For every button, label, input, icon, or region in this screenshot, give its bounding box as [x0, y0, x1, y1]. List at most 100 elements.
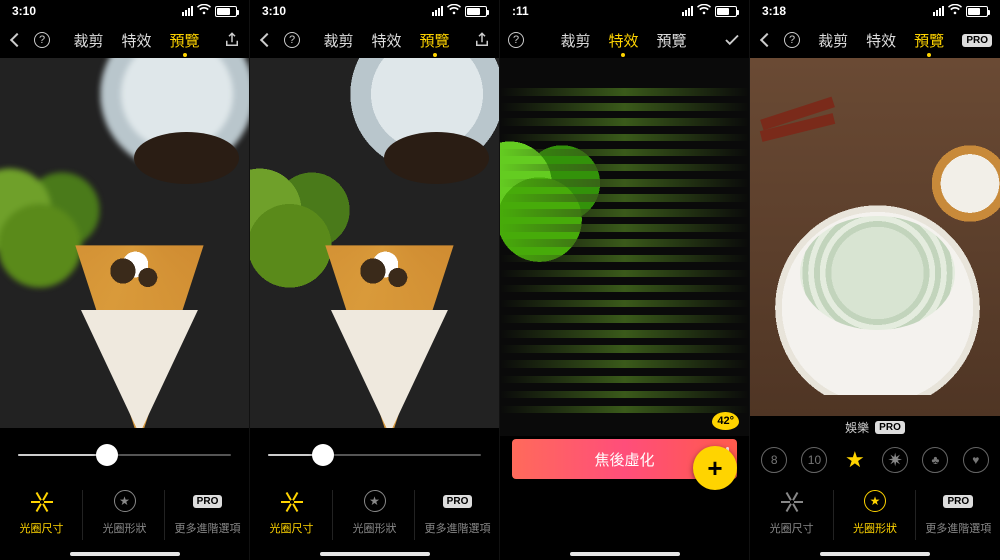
- tool-label: 更多進階選項: [175, 520, 241, 536]
- tab-1[interactable]: 特效: [371, 30, 401, 51]
- shape-category-label: 娛樂: [845, 419, 869, 436]
- tab-2[interactable]: 預覽: [657, 30, 687, 51]
- shape-option-3[interactable]: ✷: [882, 447, 908, 473]
- confirm-icon[interactable]: [723, 31, 741, 49]
- tab-2[interactable]: 預覽: [914, 30, 944, 51]
- top-nav: ? 裁剪特效預覽: [500, 22, 749, 58]
- top-nav: ? 裁剪特效預覽 PRO: [750, 22, 1000, 58]
- tab-2[interactable]: 預覽: [420, 30, 450, 51]
- battery-icon: [715, 6, 737, 17]
- tool-label: 光圈尺寸: [20, 520, 64, 536]
- battery-icon: [465, 6, 487, 17]
- shape-option-4[interactable]: ♣: [922, 447, 948, 473]
- slider-knob[interactable]: [312, 444, 334, 466]
- top-nav: ? 裁剪特效預覽: [250, 22, 499, 58]
- photo-preview[interactable]: [750, 58, 1000, 416]
- tool-aperture[interactable]: 光圈尺寸: [250, 488, 332, 536]
- shape-options: 8 10 ★ ✷ ♣ ♥: [750, 438, 1000, 482]
- help-icon[interactable]: ?: [284, 32, 300, 48]
- home-indicator[interactable]: [320, 552, 430, 556]
- aperture-icon: [279, 488, 305, 514]
- tool-star-circle[interactable]: ★ 光圈形狀: [333, 488, 415, 536]
- share-icon[interactable]: [473, 31, 491, 49]
- wifi-icon: [197, 4, 211, 18]
- share-icon[interactable]: [223, 31, 241, 49]
- home-indicator[interactable]: [70, 552, 180, 556]
- help-icon[interactable]: ?: [34, 32, 50, 48]
- tool-pro[interactable]: PRO 更多進階選項: [166, 488, 248, 536]
- aperture-slider[interactable]: [268, 443, 481, 467]
- status-time: :11: [512, 4, 529, 18]
- add-effect-fab[interactable]: +: [693, 446, 737, 490]
- tool-label: 光圈尺寸: [270, 520, 314, 536]
- tool-pro[interactable]: PRO 更多進階選項: [416, 488, 498, 536]
- signal-icon: [182, 6, 193, 16]
- shape-option-2[interactable]: ★: [842, 447, 868, 473]
- tab-1[interactable]: 特效: [866, 30, 896, 51]
- help-icon[interactable]: ?: [784, 32, 800, 48]
- aperture-slider-row: [0, 428, 249, 482]
- image-area: [250, 58, 499, 428]
- wifi-icon: [447, 4, 461, 18]
- tab-0[interactable]: 裁剪: [560, 30, 590, 51]
- star-circle-icon: ★: [862, 488, 888, 514]
- pro-icon: PRO: [945, 488, 971, 514]
- tool-aperture[interactable]: 光圈尺寸: [750, 488, 833, 536]
- wifi-icon: [948, 4, 962, 18]
- shape-option-0[interactable]: 8: [761, 447, 787, 473]
- tool-label: 光圈尺寸: [770, 520, 814, 536]
- photo-preview[interactable]: [0, 58, 249, 428]
- tool-label: 光圈形狀: [353, 520, 397, 536]
- tab-0[interactable]: 裁剪: [323, 30, 353, 51]
- photo-preview[interactable]: [250, 58, 499, 428]
- depth-preview[interactable]: [500, 58, 749, 436]
- tool-label: 光圈形狀: [853, 520, 897, 536]
- aperture-icon: [29, 488, 55, 514]
- bottom-tools: 光圈尺寸 ★ 光圈形狀 PRO 更多進階選項: [750, 482, 1000, 560]
- tab-1[interactable]: 特效: [121, 30, 151, 51]
- signal-icon: [682, 6, 693, 16]
- image-area: [750, 58, 1000, 416]
- tool-pro[interactable]: PRO 更多進階選項: [917, 488, 1000, 536]
- screen-4: 3:18 ? 裁剪特效預覽 PRO 娛樂 PRO 8 10 ★ ✷ ♣ ♥ 光圈尺寸 ★ 光…: [750, 0, 1000, 560]
- tool-label: 更多進階選項: [925, 520, 991, 536]
- tab-2[interactable]: 預覽: [170, 30, 200, 51]
- shape-category-header: 娛樂 PRO: [750, 416, 1000, 438]
- aperture-slider[interactable]: [18, 443, 231, 467]
- signal-icon: [432, 6, 443, 16]
- tool-star-circle[interactable]: ★ 光圈形狀: [834, 488, 917, 536]
- status-time: 3:10: [262, 4, 286, 18]
- back-icon[interactable]: [8, 31, 26, 49]
- home-indicator[interactable]: [820, 552, 930, 556]
- pro-badge[interactable]: PRO: [962, 34, 992, 47]
- pro-badge: PRO: [875, 421, 905, 434]
- top-nav: ? 裁剪特效預覽: [0, 22, 249, 58]
- shape-option-1[interactable]: 10: [801, 447, 827, 473]
- pro-icon: PRO: [195, 488, 221, 514]
- help-icon[interactable]: ?: [508, 32, 524, 48]
- back-icon[interactable]: [258, 31, 276, 49]
- star-circle-icon: ★: [112, 488, 138, 514]
- tool-label: 光圈形狀: [103, 520, 147, 536]
- home-indicator[interactable]: [570, 552, 680, 556]
- signal-icon: [933, 6, 944, 16]
- shape-option-5[interactable]: ♥: [963, 447, 989, 473]
- tab-1[interactable]: 特效: [608, 30, 638, 51]
- tool-aperture[interactable]: 光圈尺寸: [0, 488, 82, 536]
- tab-0[interactable]: 裁剪: [818, 30, 848, 51]
- image-area: [0, 58, 249, 428]
- slider-knob[interactable]: [96, 444, 118, 466]
- battery-icon: [966, 6, 988, 17]
- back-icon[interactable]: [758, 31, 776, 49]
- status-time: 3:18: [762, 4, 786, 18]
- wifi-icon: [697, 4, 711, 18]
- aperture-slider-row: [250, 428, 499, 482]
- tool-star-circle[interactable]: ★ 光圈形狀: [83, 488, 165, 536]
- status-time: 3:10: [12, 4, 36, 18]
- tab-0[interactable]: 裁剪: [73, 30, 103, 51]
- status-bar: 3:10: [250, 0, 499, 22]
- status-bar: 3:18: [750, 0, 1000, 22]
- image-area: 42°: [500, 58, 749, 436]
- pro-icon: PRO: [445, 488, 471, 514]
- star-circle-icon: ★: [362, 488, 388, 514]
